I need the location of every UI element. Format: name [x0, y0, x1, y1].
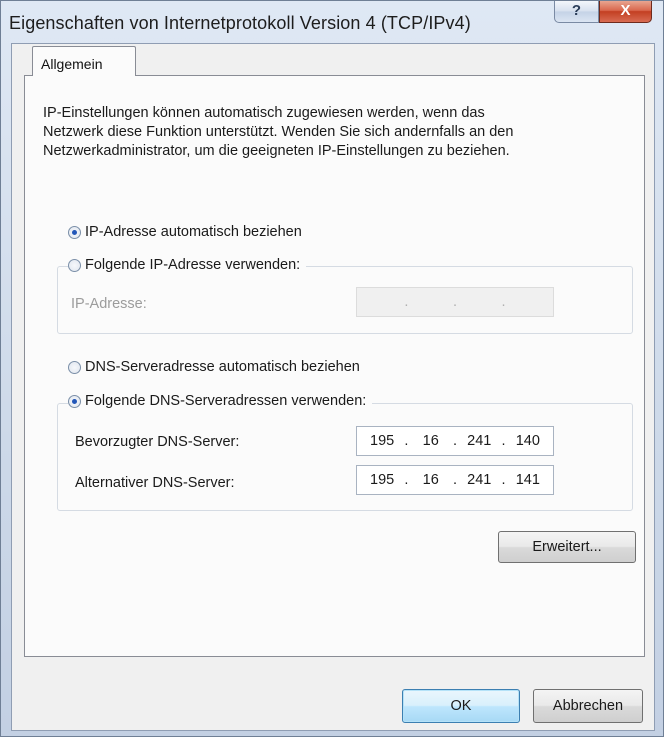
radio-ip-manual-label: Folgende IP-Adresse verwenden:: [85, 257, 301, 273]
info-line: Netzwerkadministrator, um die geeigneten…: [43, 143, 510, 159]
info-line: IP-Einstellungen können automatisch zuge…: [43, 105, 485, 121]
window-title: Eigenschaften von Internetprotokoll Vers…: [9, 13, 471, 33]
tab-allgemein[interactable]: Allgemein: [32, 46, 136, 76]
ip-address-label: IP-Adresse:: [71, 296, 147, 312]
ip-octet[interactable]: 140: [511, 433, 545, 449]
octet-separator: .: [501, 294, 506, 310]
radio-dns-manual[interactable]: Folgende DNS-Serveradressen verwenden:: [68, 393, 373, 409]
ip-octet[interactable]: 16: [414, 433, 448, 449]
cancel-button[interactable]: Abbrechen: [533, 689, 643, 723]
ip-octet[interactable]: 141: [511, 472, 545, 488]
tab-panel-allgemein: IP-Einstellungen können automatisch zuge…: [24, 75, 645, 657]
octet-separator: .: [404, 433, 409, 449]
octet-separator: .: [501, 472, 506, 488]
ip-address-field: . . .: [356, 287, 554, 317]
ok-button[interactable]: OK: [402, 689, 520, 723]
ip-octet[interactable]: 16: [414, 472, 448, 488]
info-line: Netzwerk diese Funktion unterstützt. Wen…: [43, 124, 514, 140]
octet-separator: .: [404, 472, 409, 488]
radio-ip-auto[interactable]: IP-Adresse automatisch beziehen: [68, 224, 308, 240]
octet-separator: .: [452, 472, 457, 488]
dialog-client-area: Allgemein IP-Einstellungen können automa…: [11, 43, 655, 731]
radio-dns-manual-label: Folgende DNS-Serveradressen verwenden:: [85, 393, 367, 409]
radio-dns-auto-label: DNS-Serveradresse automatisch beziehen: [85, 359, 360, 375]
radio-ip-auto-indicator[interactable]: [68, 225, 81, 239]
preferred-dns-label: Bevorzugter DNS-Server:: [75, 434, 240, 450]
preferred-dns-field[interactable]: 195. 16. 241. 140: [356, 426, 554, 456]
alternate-dns-label: Alternativer DNS-Server:: [75, 475, 235, 491]
radio-ip-manual-indicator[interactable]: [68, 258, 81, 272]
radio-ip-auto-label: IP-Adresse automatisch beziehen: [85, 224, 302, 240]
radio-dns-auto[interactable]: DNS-Serveradresse automatisch beziehen: [68, 359, 366, 375]
close-icon: X: [620, 2, 631, 19]
ip-octet[interactable]: 241: [462, 433, 496, 449]
radio-dns-auto-indicator[interactable]: [68, 360, 81, 374]
title-bar[interactable]: Eigenschaften von Internetprotokoll Vers…: [1, 1, 663, 43]
close-button[interactable]: X: [599, 1, 652, 23]
alternate-dns-field[interactable]: 195. 16. 241. 141: [356, 465, 554, 495]
radio-dns-manual-indicator[interactable]: [68, 394, 81, 408]
help-button[interactable]: ?: [554, 1, 599, 23]
octet-separator: .: [404, 294, 409, 310]
radio-ip-manual[interactable]: Folgende IP-Adresse verwenden:: [68, 257, 307, 273]
ip-octet[interactable]: 241: [462, 472, 496, 488]
octet-separator: .: [452, 433, 457, 449]
advanced-button[interactable]: Erweitert...: [498, 531, 636, 563]
info-text: IP-Einstellungen können automatisch zuge…: [43, 104, 633, 161]
octet-separator: .: [501, 433, 506, 449]
ip-octet[interactable]: 195: [365, 472, 399, 488]
ip-octet[interactable]: 195: [365, 433, 399, 449]
help-icon: ?: [571, 2, 582, 19]
dialog-window: Eigenschaften von Internetprotokoll Vers…: [0, 0, 664, 737]
octet-separator: .: [452, 294, 457, 310]
